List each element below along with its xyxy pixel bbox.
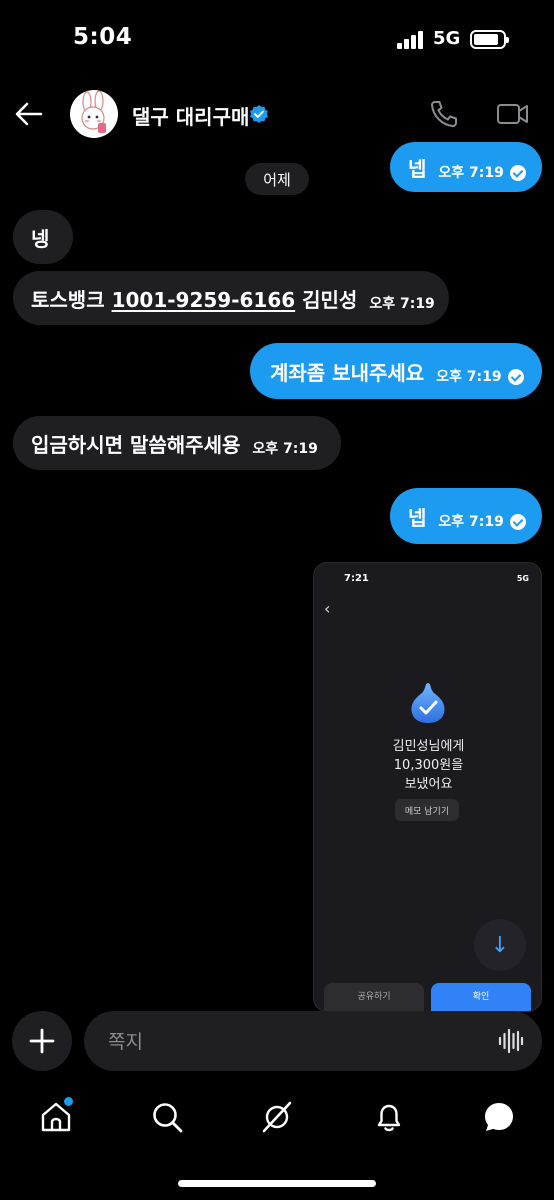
grok-icon [262,1101,292,1133]
read-check-icon [507,369,524,385]
message-time: 오후 7:19 [252,441,318,457]
contact-name[interactable]: 댈구 대리구매 [132,101,249,130]
notification-dot [62,1095,75,1108]
nav-grok[interactable] [257,1097,297,1137]
message-text: 입금하시면 말씀해주세용 [31,432,241,457]
network-label: 5G [433,28,461,49]
account-number-link[interactable]: 1001-9259-6166 [112,288,296,312]
message-bubble-incoming[interactable]: 입금하시면 말씀해주세용 오후 7:19 [13,416,341,470]
message-text-prefix: 토스뱅크 [31,287,112,312]
message-text: 토스뱅크 1001-9259-6166 김민성 [31,284,357,313]
video-call-icon[interactable] [496,98,530,130]
message-text: 넵 [408,156,427,181]
memo-button: 메모 남기기 [395,799,459,821]
message-time: 오후 7:19 [369,296,435,312]
message-bubble-incoming[interactable]: 넹 [13,210,73,264]
message-input[interactable] [106,1011,490,1073]
nav-search[interactable] [147,1097,187,1137]
plus-icon [29,1028,55,1054]
transfer-status: 보냈어요 [404,777,453,792]
bell-icon [377,1104,401,1132]
nav-notifications[interactable] [369,1097,409,1137]
bunny-avatar-icon [81,90,106,133]
date-separator: 어제 [245,163,309,195]
avatar[interactable] [70,90,118,138]
message-text: 넵 [408,505,427,530]
read-check-icon [509,514,526,530]
phone-call-icon[interactable] [428,98,460,130]
search-icon [153,1103,183,1133]
battery-icon [470,30,509,49]
message-bubble-outgoing[interactable]: 계좌좀 보내주세요 오후 7:19 [250,343,542,399]
home-indicator [178,1180,376,1187]
message-text-suffix: 김민성 [295,287,358,312]
signal-icon [397,31,427,49]
scroll-down-icon: ↓ [474,919,526,971]
image-status-time: 7:21 [344,573,369,584]
messages-icon [485,1103,513,1131]
message-time: 오후 7:19 [438,511,526,531]
add-attachment-button[interactable] [12,1011,72,1071]
voice-message-icon[interactable] [498,1028,524,1054]
message-composer[interactable] [84,1011,542,1073]
image-back-icon: ‹ [324,599,331,618]
verified-badge-icon [250,105,268,123]
message-bubble-outgoing[interactable]: 넵 오후 7:19 [390,142,542,192]
status-time: 5:04 [73,24,133,50]
money-pouch-icon [411,683,445,723]
read-check-icon [509,165,526,181]
transfer-amount: 10,300원을 [393,758,464,773]
image-message[interactable]: 7:21 5G ‹ 김민성님에게 10,300원을 보냈어요 메모 남기기 ↓ … [313,562,542,1012]
message-bubble-outgoing[interactable]: 넵 오후 7:19 [390,488,542,544]
message-text: 넹 [31,226,50,251]
image-status-network: 5G [516,574,529,583]
message-time: 오후 7:19 [438,162,526,182]
message-text: 계좌좀 보내주세요 [270,360,425,385]
message-bubble-incoming[interactable]: 토스뱅크 1001-9259-6166 김민성 오후 7:19 [13,271,449,325]
back-arrow-icon[interactable] [14,100,44,128]
message-time: 오후 7:19 [436,366,524,386]
share-button: 공유하기 [324,983,424,1011]
nav-messages[interactable] [479,1097,519,1137]
transfer-recipient: 김민성님에게 [392,739,465,754]
confirm-button: 확인 [431,983,531,1011]
